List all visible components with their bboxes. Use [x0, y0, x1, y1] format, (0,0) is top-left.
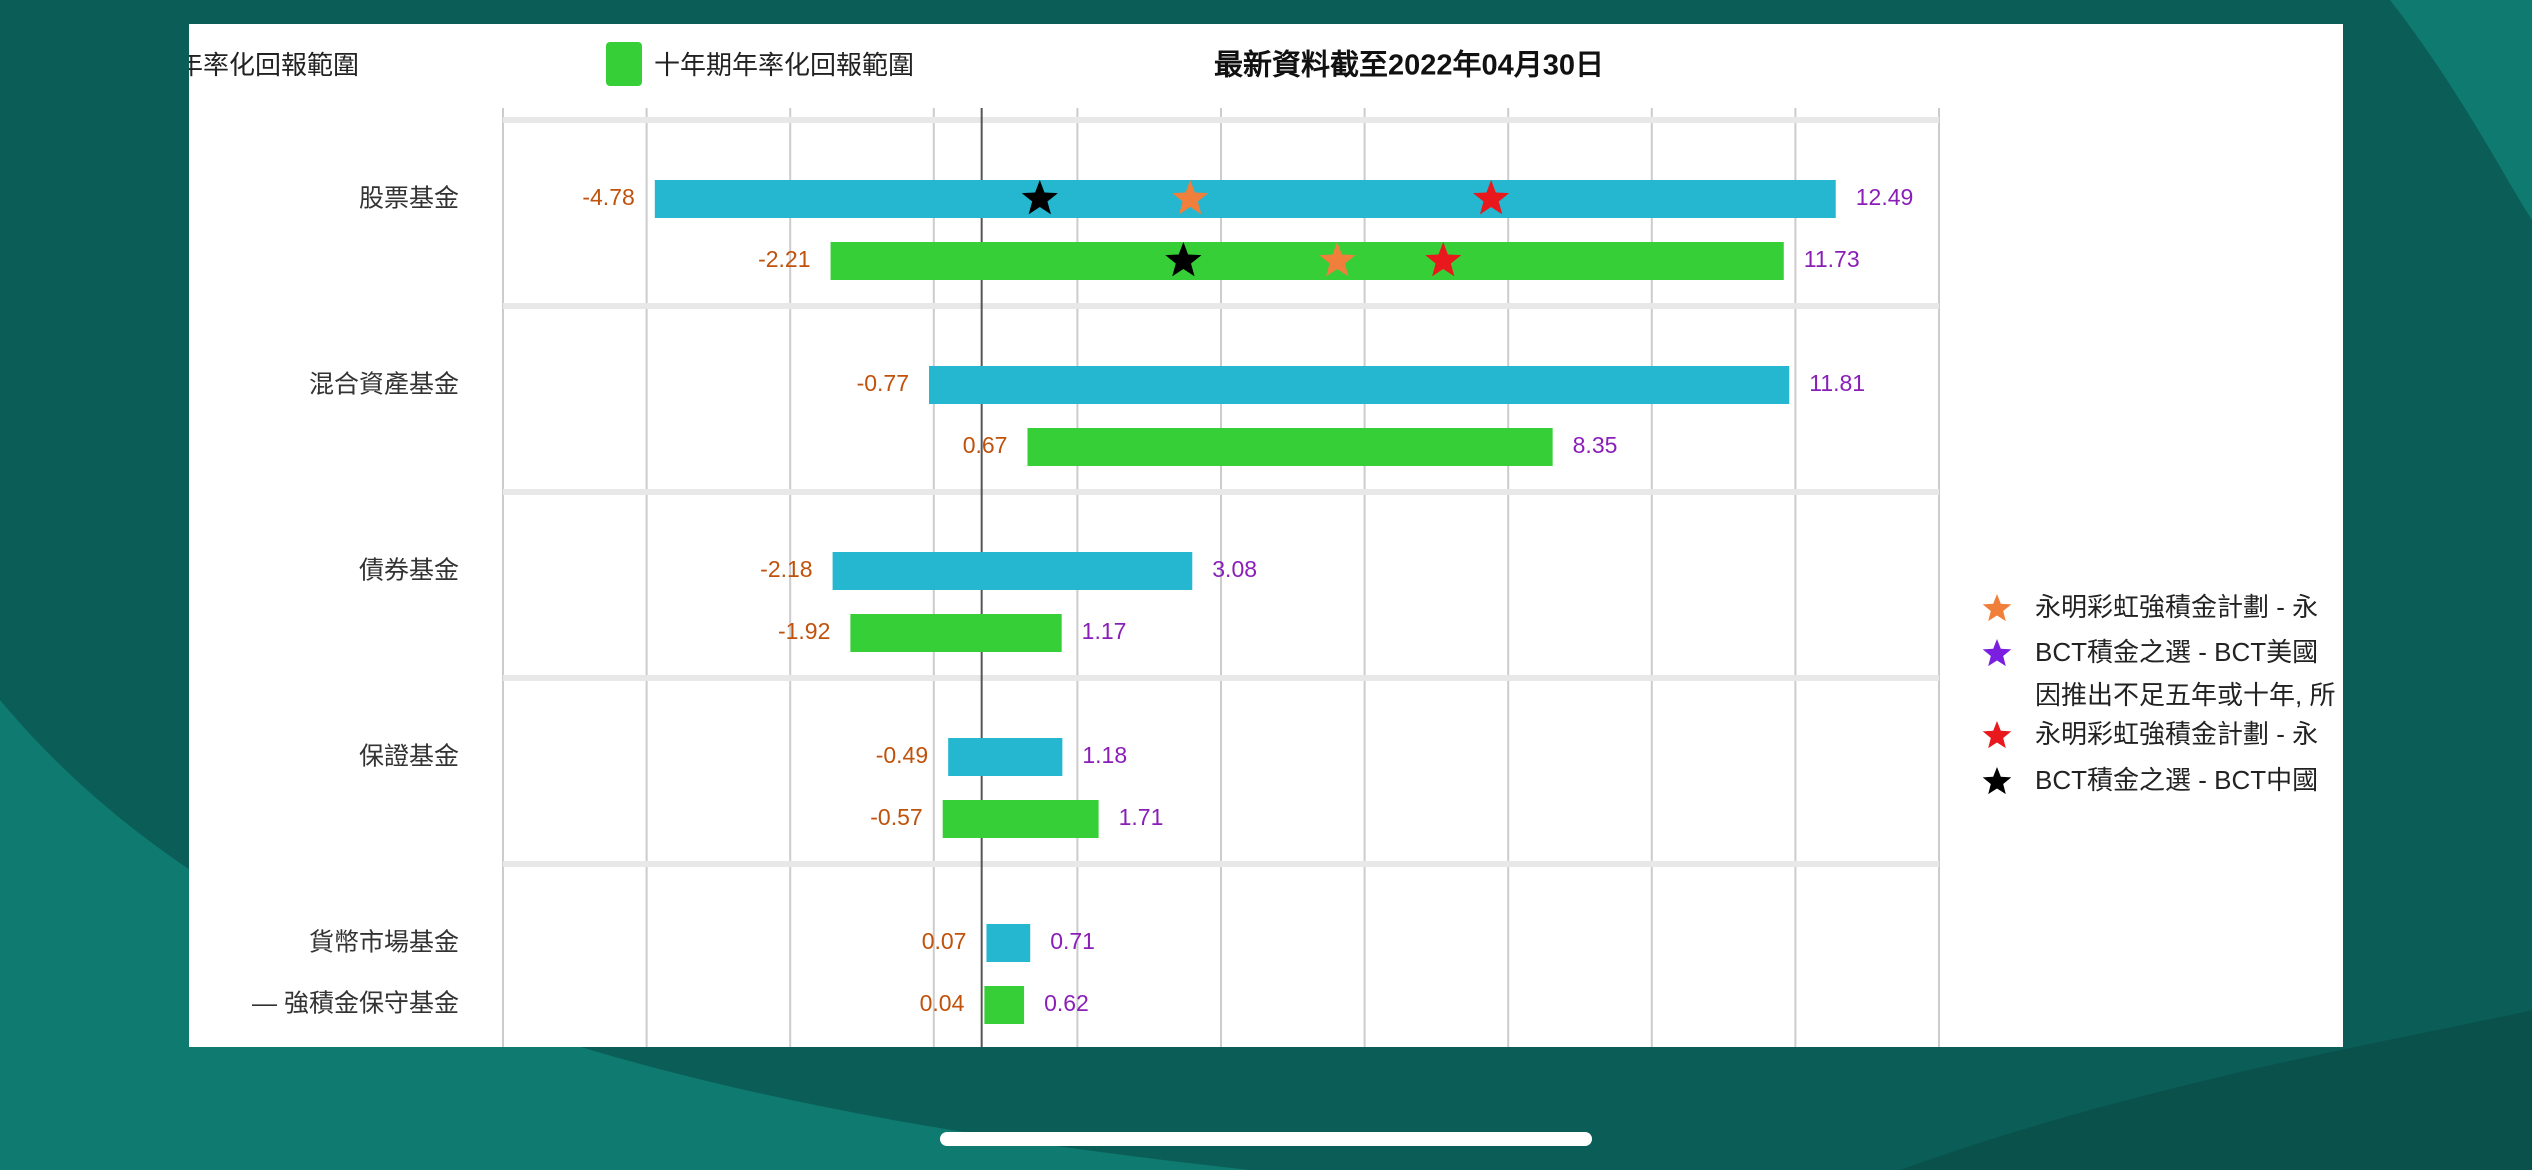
range-bar — [850, 614, 1062, 652]
range-high-label: 12.49 — [1856, 184, 1914, 210]
range-bar — [942, 800, 1099, 838]
category-label: 債券基金 — [359, 557, 459, 585]
range-high-label: 0.62 — [1044, 990, 1089, 1016]
range-high-label: 1.71 — [1119, 804, 1164, 830]
range-high-label: 1.18 — [1082, 742, 1127, 768]
range-high-label: 0.71 — [1050, 928, 1095, 954]
range-bar — [984, 986, 1025, 1024]
marker-legend-label: 永明彩虹強積金計劃 - 永 — [2035, 719, 2318, 749]
marker-legend-star — [1982, 767, 2012, 795]
home-indicator[interactable] — [940, 1132, 1592, 1146]
marker-legend-label-line2: 因推出不足五年或十年, 所 — [2035, 680, 2335, 710]
range-bar — [1027, 428, 1553, 466]
legend-swatch-ten-year — [606, 42, 642, 86]
range-low-label: -1.92 — [778, 618, 830, 644]
range-low-label: -2.18 — [760, 556, 812, 582]
range-bar — [986, 924, 1031, 962]
category-label: — 強積金保守基金 — [252, 990, 459, 1018]
legend-label-five-year: 五年期年率化回報範圍 — [189, 50, 359, 80]
marker-legend-label: 永明彩虹強積金計劃 - 永 — [2035, 592, 2318, 622]
marker-legend-star — [1982, 721, 2012, 749]
category-label: 股票基金 — [359, 185, 459, 213]
range-high-label: 3.08 — [1212, 556, 1257, 582]
chart-title: 最新資料截至2022年04月30日 — [1214, 48, 1604, 82]
range-high-label: 11.73 — [1804, 246, 1860, 272]
range-low-label: -2.21 — [758, 246, 810, 272]
marker-legend-label: BCT積金之選 - BCT美國 — [2035, 637, 2318, 667]
marker-legend-star — [1982, 594, 2012, 622]
range-low-label: 0.07 — [922, 928, 967, 954]
range-low-label: -0.57 — [870, 804, 922, 830]
range-bar — [929, 366, 1790, 404]
category-label: 保證基金 — [359, 743, 459, 771]
range-bar — [830, 242, 1784, 280]
marker-legend-label: BCT積金之選 - BCT中國 — [2035, 765, 2318, 795]
chart-panel: 股票基金混合資產基金債券基金保證基金貨幣市場基金 — 強積金保守基金 -4.78 12… — [189, 24, 2343, 1047]
range-low-label: 0.04 — [920, 990, 965, 1016]
category-label: 混合資產基金 — [309, 371, 459, 399]
range-bar — [654, 180, 1836, 218]
background-wave-right — [2390, 0, 2532, 220]
category-label: 貨幣市場基金 — [309, 929, 459, 957]
range-bar — [948, 738, 1063, 776]
marker-legend-star — [1982, 639, 2012, 667]
range-low-label: -4.78 — [582, 184, 634, 210]
range-low-label: 0.67 — [963, 432, 1008, 458]
range-bar — [832, 552, 1193, 590]
range-high-label: 11.81 — [1809, 370, 1865, 396]
range-high-label: 1.17 — [1082, 618, 1127, 644]
legend-label-ten-year: 十年期年率化回報範圍 — [654, 50, 914, 80]
range-bar-chart: 股票基金混合資產基金債券基金保證基金貨幣市場基金 — 強積金保守基金 -4.78 12… — [189, 42, 2335, 1047]
range-low-label: -0.49 — [876, 742, 928, 768]
range-low-label: -0.77 — [857, 370, 909, 396]
range-high-label: 8.35 — [1573, 432, 1618, 458]
